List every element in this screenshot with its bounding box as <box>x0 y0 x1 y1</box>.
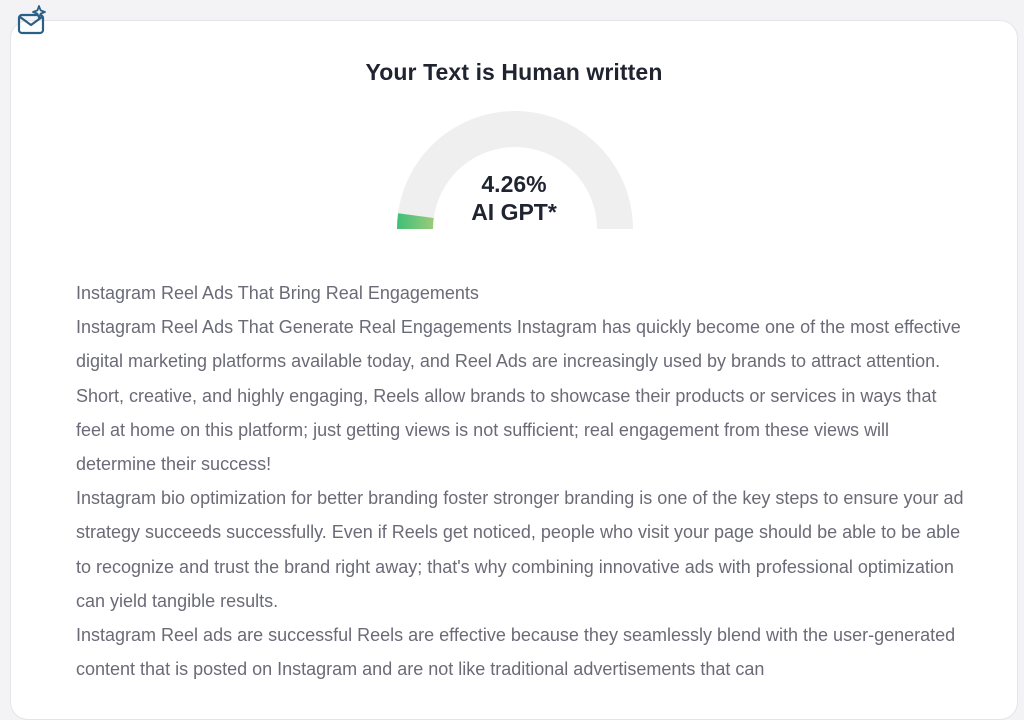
mail-sparkle-icon[interactable] <box>14 4 50 36</box>
text-paragraph: Instagram Reel Ads That Generate Real En… <box>76 317 961 475</box>
result-title: Your Text is Human written <box>365 59 663 85</box>
text-paragraph: Instagram Reel ads are successful Reels … <box>76 625 956 680</box>
result-card: Your Text is Human written 4.26% AI GPT*… <box>10 20 1018 720</box>
ai-label: AI GPT* <box>471 199 557 225</box>
analyzed-text: Instagram Reel Ads That Bring Real Engag… <box>76 276 966 686</box>
text-paragraph: Instagram Reel Ads That Bring Real Engag… <box>76 283 479 303</box>
ai-percentage: 4.26% <box>481 171 547 197</box>
text-paragraph: Instagram bio optimization for better br… <box>76 488 964 611</box>
